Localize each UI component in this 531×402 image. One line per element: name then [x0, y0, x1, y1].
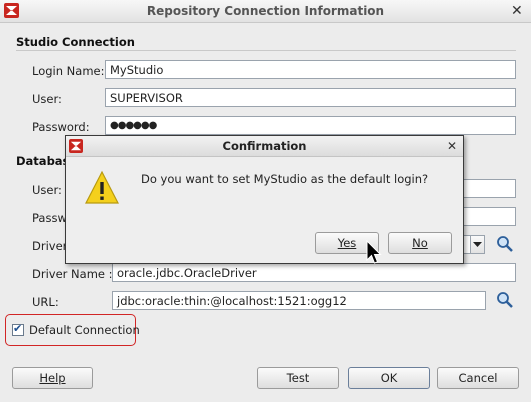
- yes-button-label: Yes: [337, 236, 357, 250]
- password-field[interactable]: ●●●●●●: [105, 116, 516, 135]
- driver-search-icon[interactable]: [496, 235, 514, 253]
- no-button-label: No: [412, 236, 428, 250]
- check-icon: ✔: [13, 322, 23, 335]
- section-divider: [16, 50, 516, 51]
- confirmation-message: Do you want to set MyStudio as the defau…: [141, 172, 429, 186]
- driver-name-label: Driver Name :: [32, 267, 113, 281]
- mouse-cursor-icon: [366, 239, 382, 269]
- warning-icon: [84, 170, 120, 209]
- password-label: Password:: [32, 120, 90, 134]
- driver-label: Driver: [32, 239, 68, 253]
- driver-dropdown-button[interactable]: [470, 235, 485, 254]
- user-field[interactable]: SUPERVISOR: [105, 88, 516, 107]
- help-button[interactable]: Help: [12, 367, 93, 389]
- studio-connection-title: Studio Connection: [16, 35, 135, 49]
- db-password-label: Passw: [32, 211, 67, 225]
- db-user-label: User:: [32, 183, 62, 197]
- dialog-close-icon[interactable]: ✕: [447, 139, 457, 153]
- db-password-field[interactable]: [462, 207, 516, 226]
- chevron-down-icon: [473, 242, 482, 247]
- cancel-button[interactable]: Cancel: [437, 367, 519, 389]
- test-button[interactable]: Test: [257, 367, 339, 389]
- user-label: User:: [32, 92, 62, 106]
- login-name-field[interactable]: MyStudio: [105, 60, 516, 79]
- window-title: Repository Connection Information: [146, 4, 385, 18]
- url-search-icon[interactable]: [496, 291, 514, 309]
- url-field[interactable]: jdbc:oracle:thin:@localhost:1521:ogg12: [112, 291, 486, 310]
- login-name-label: Login Name:: [32, 64, 105, 78]
- default-connection-label[interactable]: Default Connection: [29, 323, 140, 337]
- help-button-label: Help: [39, 371, 66, 385]
- window-close-icon[interactable]: ✕: [511, 4, 523, 18]
- no-button[interactable]: No: [388, 232, 452, 254]
- confirmation-dialog: Confirmation ✕ Do you want to set MyStud…: [65, 135, 464, 264]
- ok-button[interactable]: OK: [348, 367, 430, 389]
- driver-name-field[interactable]: oracle.jdbc.OracleDriver: [112, 263, 516, 282]
- confirmation-title: Confirmation: [222, 139, 307, 153]
- db-user-field[interactable]: [462, 179, 516, 198]
- default-connection-checkbox[interactable]: ✔: [12, 322, 24, 336]
- url-label: URL:: [32, 295, 59, 309]
